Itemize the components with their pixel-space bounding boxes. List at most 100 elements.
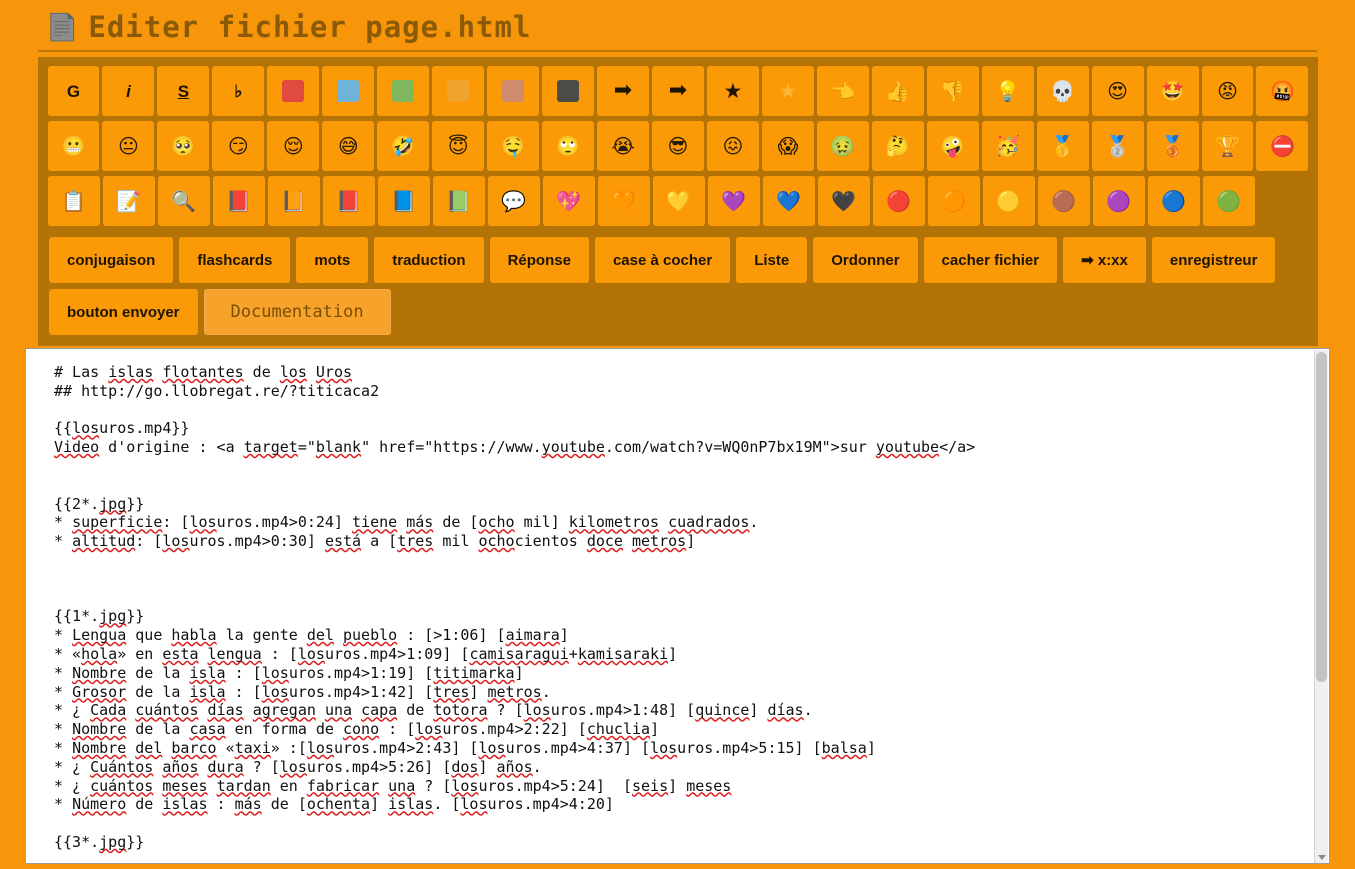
no-entry-button[interactable]: ⛔ [1256, 121, 1309, 171]
arrow-right-alt-button[interactable]: ➡ [651, 66, 704, 116]
color-pale-button[interactable] [432, 66, 485, 116]
misspelled-word: los [279, 757, 307, 776]
angry-face-button[interactable]: 😡 [1201, 66, 1254, 116]
orange-book-button[interactable]: 📙 [267, 176, 320, 226]
misspelled-word: superficie [72, 513, 163, 532]
color-red-button[interactable] [267, 66, 320, 116]
traduction-button[interactable]: traduction [374, 237, 484, 283]
purple-heart-button[interactable]: 💜 [707, 176, 760, 226]
trophy-button-glyph: 🏆 [1215, 134, 1240, 158]
misspelled-word: dos [451, 757, 479, 776]
memo-button[interactable]: 📝 [102, 176, 155, 226]
loudly-crying-button[interactable]: 😭 [597, 121, 649, 171]
green-book-button-glyph: 📗 [446, 189, 471, 213]
flashcards-button[interactable]: flashcards [179, 237, 291, 283]
enregistreur-button[interactable]: enregistreur [1151, 237, 1276, 283]
blue-circle-button[interactable]: 🔵 [1147, 176, 1200, 226]
cursing-face-button[interactable]: 🤬 [1256, 66, 1309, 116]
ordonner-button[interactable]: Ordonner [813, 237, 918, 283]
zany-face-button[interactable]: 🤪 [926, 121, 979, 171]
confounded-face-button[interactable]: 😖 [706, 121, 759, 171]
color-green-button[interactable] [377, 66, 430, 116]
timecode-button[interactable]: ➡ x:xx [1063, 237, 1146, 283]
red-circle-button[interactable]: 🔴 [872, 176, 925, 226]
speech-balloon-button[interactable]: 💬 [487, 176, 540, 226]
scroll-down-icon[interactable] [1318, 855, 1326, 860]
clipboard-button[interactable]: 📋 [47, 176, 100, 226]
sunglasses-face-button[interactable]: 😎 [651, 121, 704, 171]
orange-circle-button[interactable]: 🟠 [927, 176, 980, 226]
toolbar-action-row: conjugaison flashcards mots traduction Répon… [38, 230, 1318, 338]
pointing-hand-button[interactable]: 👈 [816, 66, 869, 116]
orange-heart-button[interactable]: 🧡 [597, 176, 650, 226]
purple-circle-button[interactable]: 🟣 [1092, 176, 1145, 226]
relieved-face-button[interactable]: 😌 [267, 121, 320, 171]
silver-medal-button[interactable]: 🥈 [1091, 121, 1144, 171]
rolling-laugh-button[interactable]: 🤣 [377, 121, 430, 171]
skull-button[interactable]: 💀 [1036, 66, 1089, 116]
partying-face-button[interactable]: 🥳 [981, 121, 1034, 171]
bouton-envoyer-button[interactable]: bouton envoyer [49, 289, 198, 335]
pleading-face-button[interactable]: 🥺 [157, 121, 210, 171]
sweat-smile-button[interactable]: 😅 [322, 121, 375, 171]
screaming-face-button[interactable]: 😱 [761, 121, 814, 171]
color-salmon-button[interactable] [487, 66, 540, 116]
underline-button[interactable]: S [157, 66, 210, 116]
eye-roll-face-button[interactable]: 🙄 [542, 121, 595, 171]
trophy-button[interactable]: 🏆 [1201, 121, 1254, 171]
liste-button[interactable]: Liste [736, 237, 808, 283]
arrow-right-button[interactable]: ➡ [597, 66, 649, 116]
blue-book-button[interactable]: 📘 [377, 176, 430, 226]
documentation-button[interactable]: Documentation [203, 289, 391, 335]
reponse-button[interactable]: Réponse [489, 237, 589, 283]
nauseated-face-button[interactable]: 🤢 [816, 121, 869, 171]
closed-book-button-glyph: 📕 [226, 189, 251, 213]
misspelled-word: quince [695, 701, 750, 720]
misspelled-word: los [306, 738, 334, 757]
yellow-heart-button[interactable]: 💛 [652, 176, 705, 226]
thumbs-up-button[interactable]: 👍 [871, 66, 924, 116]
rolling-laugh-button-glyph: 🤣 [390, 134, 416, 158]
bronze-medal-button[interactable]: 🥉 [1146, 121, 1199, 171]
green-book-button[interactable]: 📗 [432, 176, 485, 226]
star-struck-button[interactable]: 🤩 [1146, 66, 1199, 116]
red-book-button[interactable]: 📕 [322, 176, 375, 226]
grimacing-face-button[interactable]: 😬 [47, 121, 100, 171]
cacher-fichier-button[interactable]: cacher fichier [923, 237, 1058, 283]
heart-eyes-button[interactable]: 😍 [1091, 66, 1144, 116]
mots-button[interactable]: mots [296, 237, 369, 283]
italic-button[interactable]: i [102, 66, 155, 116]
misspelled-word: ocho [478, 513, 515, 532]
scrollbar-thumb[interactable] [1316, 352, 1327, 682]
file-editor[interactable]: # Las islas flotantes de los Uros ## htt… [25, 348, 1330, 864]
misspelled-word: kamisaraki [577, 644, 669, 663]
drooling-face-button[interactable]: 🤤 [487, 121, 540, 171]
color-blue-button[interactable] [322, 66, 375, 116]
halo-face-button[interactable]: 😇 [432, 121, 485, 171]
closed-book-button[interactable]: 📕 [212, 176, 265, 226]
blue-heart-button[interactable]: 💙 [762, 176, 815, 226]
light-bulb-button[interactable]: 💡 [981, 66, 1034, 116]
magnifier-button[interactable]: 🔍 [157, 176, 210, 226]
bold-button[interactable]: G [47, 66, 100, 116]
star-button[interactable]: ★ [706, 66, 759, 116]
conjugaison-button[interactable]: conjugaison [49, 237, 174, 283]
editor-textarea[interactable]: # Las islas flotantes de los Uros ## htt… [26, 349, 1329, 863]
green-circle-button[interactable]: 🟢 [1202, 176, 1255, 226]
smirking-face-button[interactable]: 😏 [212, 121, 265, 171]
editor-scrollbar[interactable] [1314, 350, 1328, 863]
gold-medal-button[interactable]: 🥇 [1036, 121, 1089, 171]
black-heart-button[interactable]: 🖤 [817, 176, 870, 226]
color-green-button-swatch [392, 80, 415, 102]
yellow-circle-button[interactable]: 🟡 [982, 176, 1035, 226]
color-pale-button-swatch [447, 80, 470, 102]
brown-circle-button[interactable]: 🟤 [1037, 176, 1090, 226]
case-a-cocher-button[interactable]: case à cocher [594, 237, 731, 283]
color-dark-button[interactable] [542, 66, 595, 116]
music-note-button[interactable]: ♭ [212, 66, 265, 116]
star-light-button[interactable]: ★ [761, 66, 814, 116]
thinking-face-button[interactable]: 🤔 [871, 121, 924, 171]
neutral-face-button[interactable]: 😐 [102, 121, 155, 171]
sparkling-heart-button[interactable]: 💖 [542, 176, 595, 226]
thumbs-down-button[interactable]: 👎 [926, 66, 979, 116]
